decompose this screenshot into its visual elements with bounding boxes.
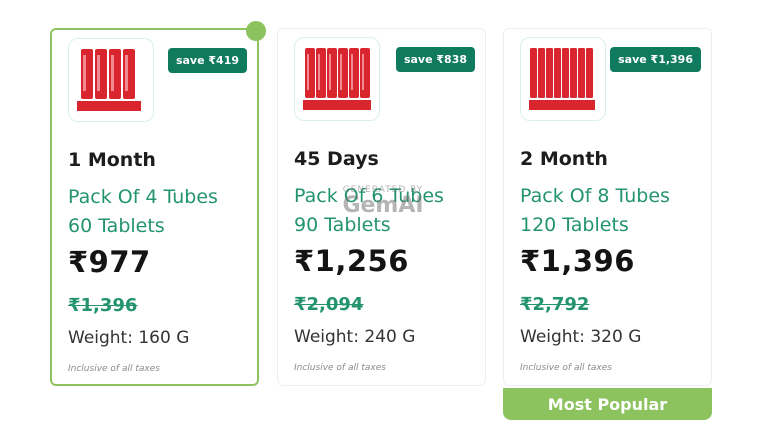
most-popular-ribbon: Most Popular	[503, 388, 712, 420]
sale-price: ₹1,256	[294, 244, 409, 278]
pack-tablets: 60 Tablets	[68, 215, 165, 237]
product-image	[68, 38, 154, 122]
original-price: ₹2,094	[294, 294, 364, 315]
product-weight: Weight: 240 G	[294, 327, 416, 347]
plan-card-2-month[interactable]: save ₹1,396 2 Month Pack Of 8 Tubes 120 …	[503, 28, 712, 386]
tubes-icon	[529, 48, 595, 110]
product-weight: Weight: 160 G	[68, 328, 190, 348]
pack-tubes: Pack Of 4 Tubes	[68, 186, 218, 208]
tax-note: Inclusive of all taxes	[294, 363, 386, 373]
pack-tablets: 120 Tablets	[520, 214, 629, 236]
tubes-icon	[77, 49, 141, 111]
savings-badge: save ₹419	[167, 48, 247, 73]
product-image	[520, 37, 606, 121]
tax-note: Inclusive of all taxes	[68, 364, 160, 374]
tubes-icon	[303, 48, 371, 110]
pack-description: Pack Of 4 Tubes 60 Tablets	[68, 183, 258, 241]
plan-duration: 45 Days	[294, 148, 379, 170]
savings-badge: save ₹1,396	[610, 47, 701, 72]
plan-card-1-month[interactable]: save ₹419 1 Month Pack Of 4 Tubes 60 Tab…	[50, 21, 266, 386]
pack-tablets: 90 Tablets	[294, 214, 391, 236]
tax-note: Inclusive of all taxes	[520, 363, 612, 373]
sale-price: ₹1,396	[520, 244, 635, 278]
pack-tubes: Pack Of 6 Tubes	[294, 185, 444, 207]
plan-card-45-days[interactable]: save ₹838 45 Days Pack Of 6 Tubes 90 Tab…	[277, 28, 486, 386]
original-price: ₹1,396	[68, 295, 138, 316]
product-weight: Weight: 320 G	[520, 327, 642, 347]
pack-tubes: Pack Of 8 Tubes	[520, 185, 670, 207]
pack-description: Pack Of 8 Tubes 120 Tablets	[520, 182, 710, 240]
original-price: ₹2,792	[520, 294, 590, 315]
product-image	[294, 37, 380, 121]
selected-indicator	[246, 21, 266, 41]
pack-description: Pack Of 6 Tubes 90 Tablets	[294, 182, 484, 240]
plan-duration: 1 Month	[68, 149, 156, 171]
sale-price: ₹977	[68, 245, 151, 279]
plan-duration: 2 Month	[520, 148, 608, 170]
savings-badge: save ₹838	[395, 47, 475, 72]
